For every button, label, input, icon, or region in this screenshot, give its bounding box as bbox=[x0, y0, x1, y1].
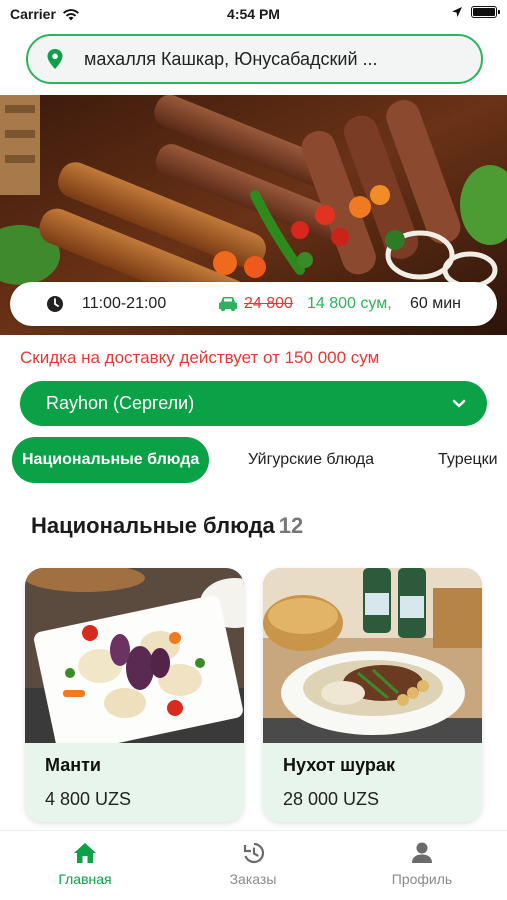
product-card-manti[interactable]: Манти 4 800 UZS bbox=[25, 568, 244, 822]
tabbar-orders-label: Заказы bbox=[229, 871, 277, 887]
product-card-nuhot-shurak[interactable]: Нухот шурак 28 000 UZS bbox=[263, 568, 482, 822]
battery-icon bbox=[471, 6, 500, 18]
tabbar-home[interactable]: Главная bbox=[15, 841, 155, 887]
delivery-new-price: 14 800 сум, bbox=[307, 295, 392, 312]
section-count: 12 bbox=[278, 513, 304, 538]
status-right bbox=[451, 6, 500, 18]
bottom-tab-bar: Главная Заказы Профиль bbox=[0, 830, 507, 900]
product-image bbox=[25, 568, 244, 743]
address-text: махалля Кашкар, Юнусабадский ... bbox=[84, 48, 378, 69]
location-arrow-icon bbox=[452, 7, 462, 17]
product-name: Нухот шурак bbox=[283, 755, 395, 775]
tabbar-profile[interactable]: Профиль bbox=[352, 841, 492, 887]
delivery-discount-note: Скидка на доставку действует от 150 000 … bbox=[20, 348, 380, 367]
product-image bbox=[263, 568, 482, 743]
status-time: 4:54 PM bbox=[227, 6, 280, 22]
tab-turkish-dishes[interactable]: Турецки bbox=[438, 437, 498, 483]
home-icon bbox=[74, 843, 96, 863]
tab-uyghur-dishes[interactable]: Уйгурские блюда bbox=[248, 437, 374, 483]
category-tabs: Национальные блюда Уйгурские блюда Турец… bbox=[0, 437, 507, 483]
delivery-info-pill: 11:00-21:00 24 800 14 800 сум, 60 мин bbox=[10, 282, 497, 326]
history-icon bbox=[243, 842, 265, 864]
status-bar: Carrier 4:54 PM bbox=[0, 0, 507, 30]
branch-label: Rayhon (Сергели) bbox=[46, 393, 195, 413]
profile-icon bbox=[412, 842, 432, 863]
tabbar-profile-label: Профиль bbox=[391, 871, 453, 887]
section-title: Национальные блюда 12 bbox=[31, 513, 303, 539]
product-price: 28 000 UZS bbox=[283, 789, 380, 809]
opening-hours: 11:00-21:00 bbox=[82, 295, 167, 312]
product-name: Манти bbox=[45, 755, 101, 775]
branch-selector[interactable]: Rayhon (Сергели) bbox=[20, 381, 487, 426]
car-icon bbox=[219, 297, 237, 312]
map-pin-icon bbox=[47, 49, 63, 69]
chevron-down-icon bbox=[452, 399, 466, 408]
section-title-text: Национальные блюда bbox=[31, 513, 275, 538]
address-selector[interactable]: махалля Кашкар, Юнусабадский ... bbox=[26, 34, 483, 84]
tabbar-orders[interactable]: Заказы bbox=[183, 841, 323, 887]
clock-icon bbox=[47, 296, 63, 312]
delivery-old-price: 24 800 bbox=[244, 295, 293, 312]
delivery-time: 60 мин bbox=[410, 295, 462, 312]
tabbar-home-label: Главная bbox=[58, 871, 112, 887]
product-price: 4 800 UZS bbox=[45, 789, 132, 809]
tab-national-dishes[interactable]: Национальные блюда bbox=[12, 437, 210, 483]
